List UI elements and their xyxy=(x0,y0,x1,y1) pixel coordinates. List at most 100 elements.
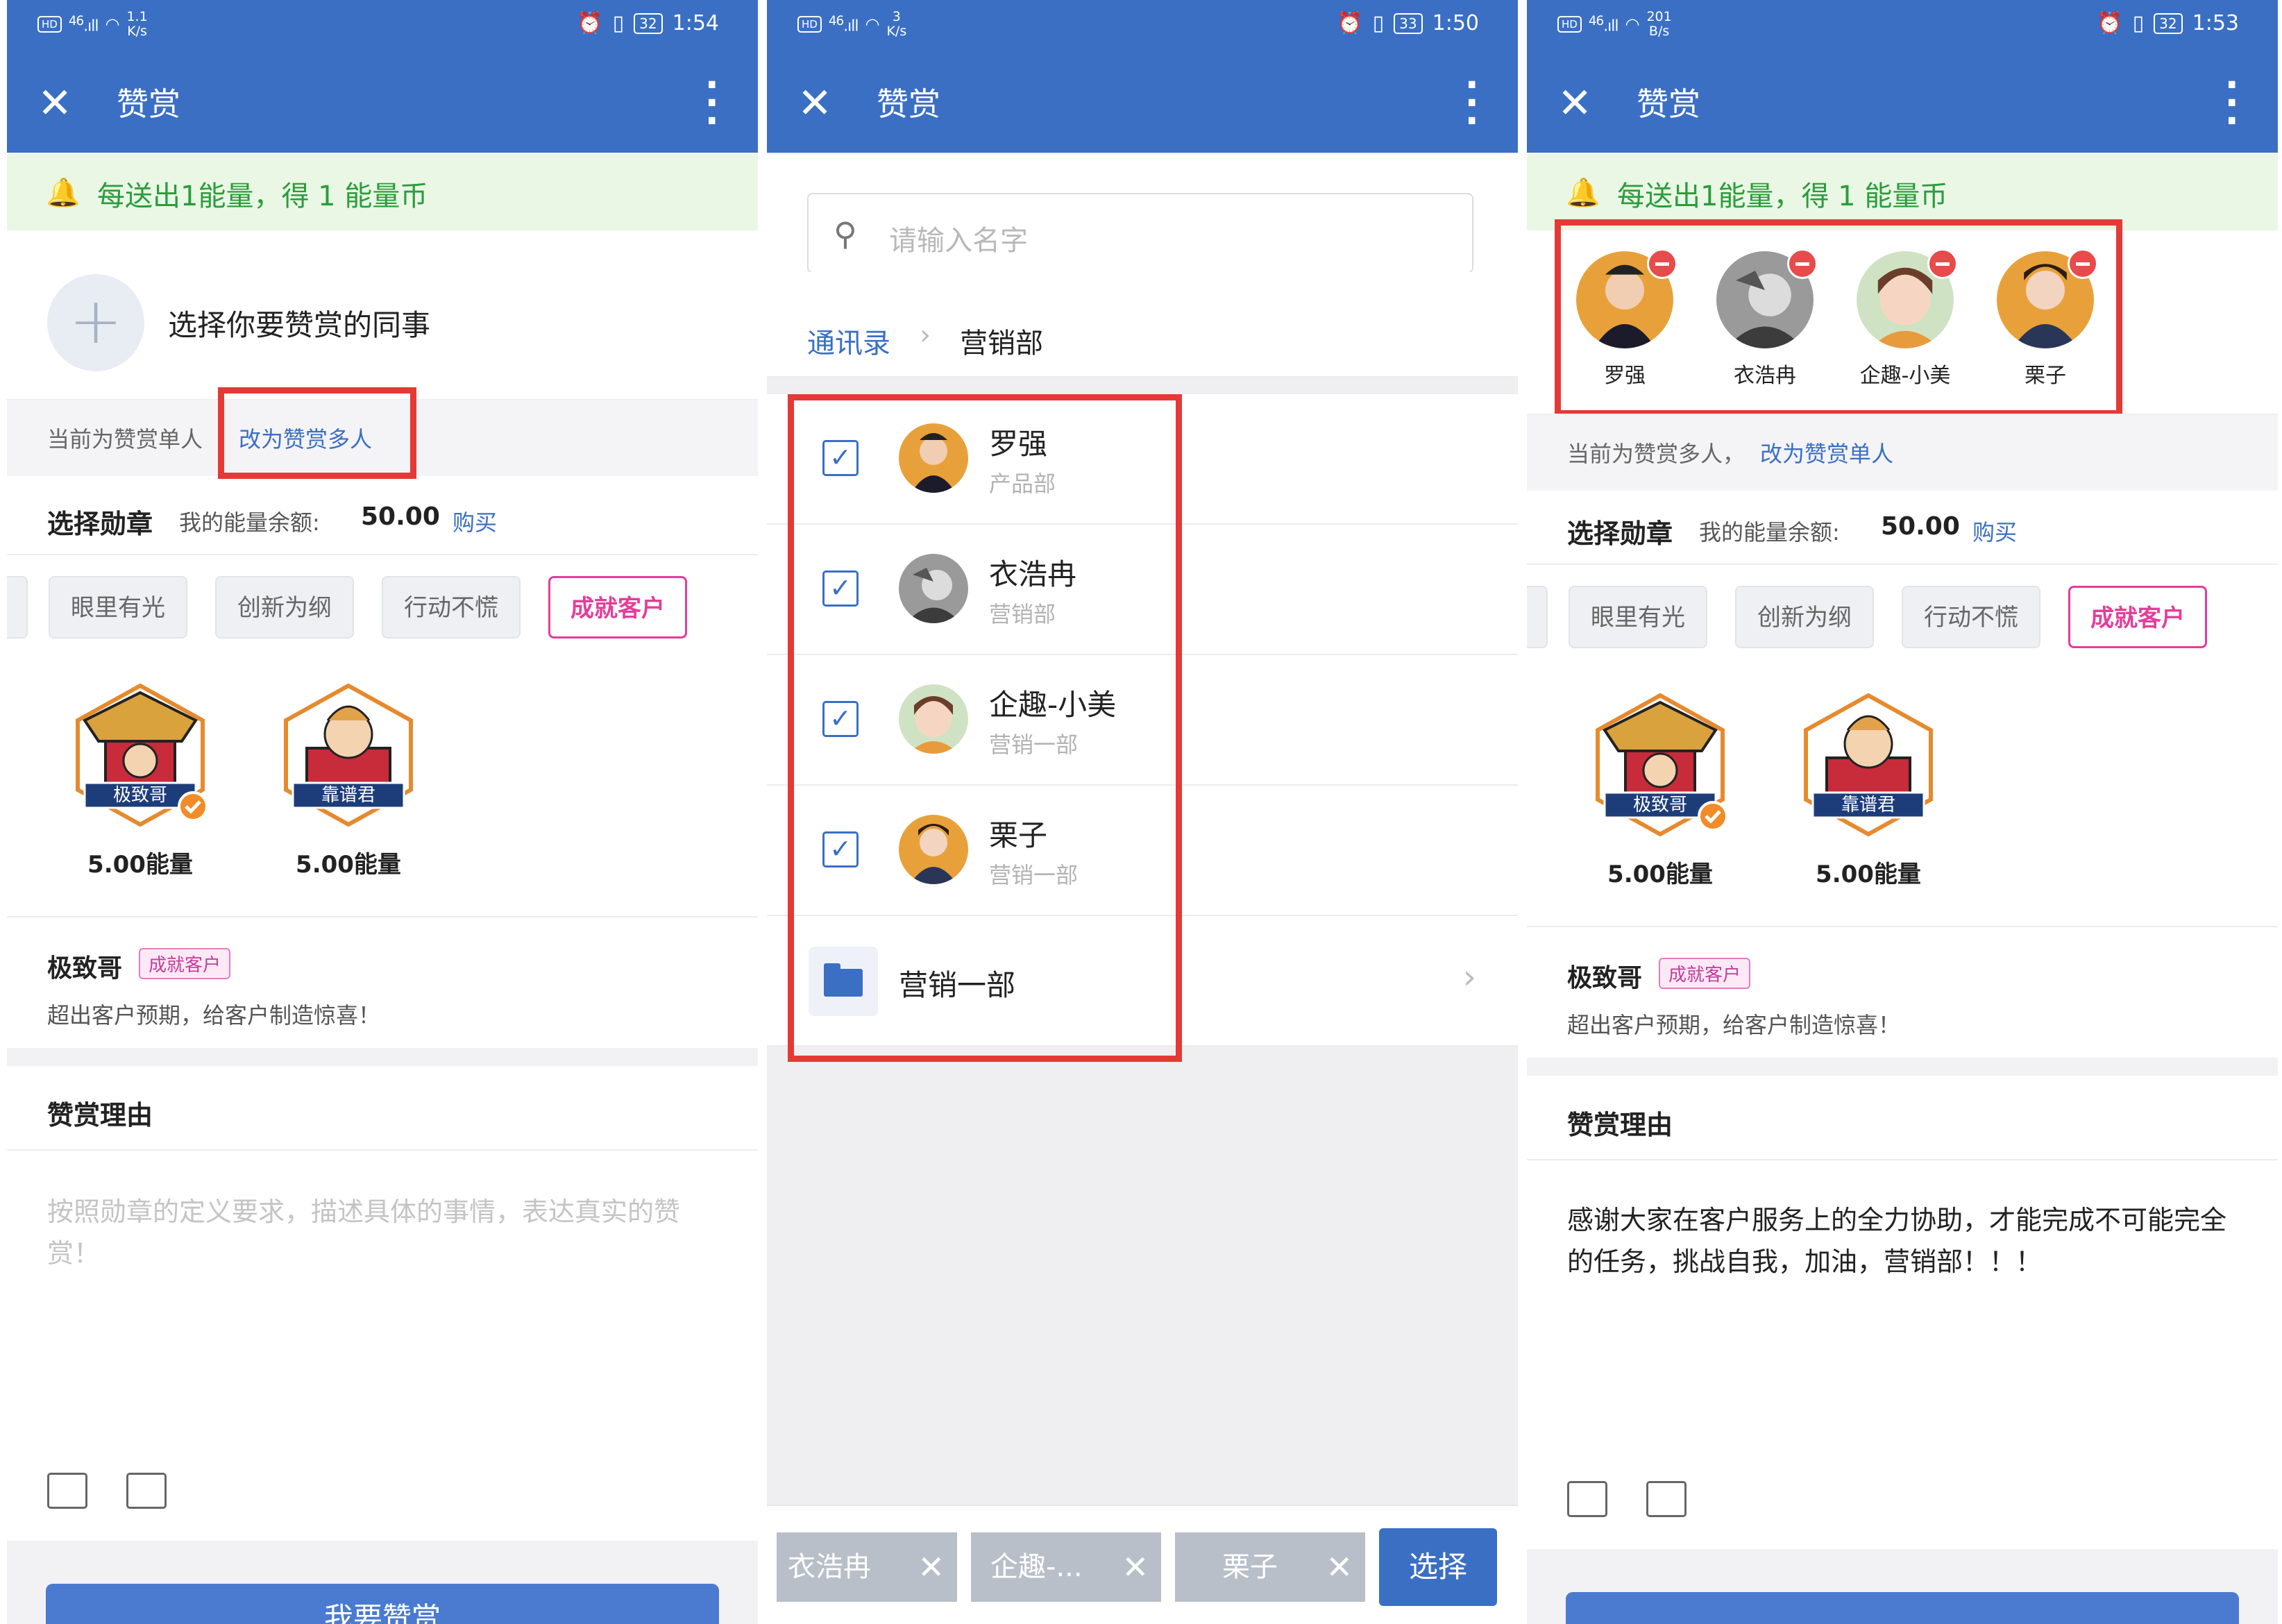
remove-icon[interactable] xyxy=(1647,248,1677,279)
search-placeholder: 请输入名字 xyxy=(889,225,1028,257)
status-bar: HD 46.ıll ◠ 1.1 K/s ⏰ ▯ 32 1:54 xyxy=(7,0,758,56)
badge-kaopujun[interactable]: 靠谱君 5.00能量 xyxy=(258,679,439,887)
medal-name: 极致哥 xyxy=(1567,964,1643,992)
avatar xyxy=(1716,248,1818,348)
medal-tabs: 眼里有光 创新为纲 行动不慌 成就客户 xyxy=(7,557,758,654)
contact-name: 衣浩冉 xyxy=(989,557,1077,591)
contact-name: 栗子 xyxy=(989,818,1048,852)
divider xyxy=(1527,1058,2278,1076)
mode-bar: 当前为赞赏单人 改为赞赏多人 xyxy=(7,399,758,476)
video-icon[interactable] xyxy=(126,1473,167,1509)
selected-chip[interactable]: 衣浩冉 ✕ xyxy=(777,1532,957,1602)
badge-jizhige[interactable]: 极致哥 5.00能量 xyxy=(50,679,230,887)
switch-to-multi-link[interactable]: 改为赞赏多人 xyxy=(239,422,372,454)
checkbox-checked[interactable]: ✓ xyxy=(822,440,859,476)
chip-label: 企趣-... xyxy=(990,1551,1083,1583)
badge-energy: 5.00能量 xyxy=(87,851,193,879)
reason-textarea[interactable]: 感谢大家在客户服务上的全力协助，才能完成不可能完全的任务，挑战自我，加油，营销部… xyxy=(1567,1199,2240,1283)
tab-customer-success[interactable]: 成就客户 xyxy=(548,576,687,638)
colleague-picker[interactable]: + 选择你要赞赏的同事 xyxy=(7,232,758,399)
chip-label: 衣浩冉 xyxy=(788,1551,871,1583)
net-speed: 201 B/s xyxy=(1646,9,1672,39)
select-button[interactable]: 选择 xyxy=(1379,1528,1497,1606)
remove-icon[interactable]: ✕ xyxy=(918,1532,945,1602)
tab-customer-success[interactable]: 成就客户 xyxy=(2068,586,2207,648)
panel-single-mode: HD 46.ıll ◠ 1.1 K/s ⏰ ▯ 32 1:54 ✕ 赞赏 · · · … xyxy=(7,0,758,1624)
remove-icon[interactable] xyxy=(1787,248,1818,279)
checkbox-checked[interactable]: ✓ xyxy=(822,831,859,868)
add-colleague-icon[interactable]: + xyxy=(47,274,144,371)
folder-row[interactable]: 营销一部 › xyxy=(767,916,1518,1047)
selected-chip[interactable]: 栗子 ✕ xyxy=(1175,1532,1365,1602)
signal-icon: 46.ıll xyxy=(68,13,99,35)
title-bar: ✕ 赞赏 · · · xyxy=(7,56,758,153)
notice-text: 每送出1能量，得 1 能量币 xyxy=(1617,180,1948,212)
signal-icon: 46.ıll xyxy=(828,13,859,35)
switch-to-single-link[interactable]: 改为赞赏单人 xyxy=(1760,437,1893,468)
submit-button[interactable] xyxy=(1566,1592,2239,1624)
buy-link[interactable]: 购买 xyxy=(453,505,497,537)
chevron-right-icon: › xyxy=(920,319,931,351)
badge-kaopujun[interactable]: 靠谱君 5.00能量 xyxy=(1778,688,1959,897)
contact-row[interactable]: ✓ 企趣-小美 营销一部 xyxy=(767,655,1518,786)
badge-energy: 5.00能量 xyxy=(296,851,401,879)
image-icon[interactable] xyxy=(1567,1481,1607,1517)
vibrate-icon: ▯ xyxy=(1372,11,1385,35)
medal-desc-text: 超出客户预期，给客户制造惊喜！ xyxy=(1567,1012,1901,1038)
checkbox-checked[interactable]: ✓ xyxy=(822,570,859,607)
tab-innovation[interactable]: 创新为纲 xyxy=(215,576,354,638)
folder-name: 营销一部 xyxy=(899,968,1016,1002)
remove-icon[interactable]: ✕ xyxy=(1326,1532,1353,1602)
selected-colleague[interactable]: 衣浩冉 xyxy=(1706,248,1824,389)
search-input[interactable]: ⚲ 请输入名字 xyxy=(807,193,1473,273)
medal-heading: 选择勋章 xyxy=(47,509,153,539)
mode-bar: 当前为赞赏多人， 改为赞赏单人 xyxy=(1527,414,2278,491)
badge-jizhige[interactable]: 极致哥 5.00能量 xyxy=(1570,688,1750,897)
more-vertical-icon[interactable]: · · · xyxy=(2224,67,2239,140)
remove-icon[interactable] xyxy=(2068,248,2098,279)
remove-icon[interactable] xyxy=(1927,248,1958,279)
contact-row[interactable]: ✓ 栗子 营销一部 xyxy=(767,786,1518,916)
close-icon[interactable]: ✕ xyxy=(37,81,72,126)
close-icon[interactable]: ✕ xyxy=(797,81,832,126)
badge-kaopujun-icon: 靠谱君 xyxy=(284,683,413,827)
avatar xyxy=(899,684,968,754)
close-icon[interactable]: ✕ xyxy=(1557,81,1592,126)
breadcrumb-current: 营销部 xyxy=(960,328,1043,360)
contact-row[interactable]: ✓ 罗强 产品部 xyxy=(767,394,1518,525)
medal-description: 极致哥 成就客户 超出客户预期，给客户制造惊喜！ xyxy=(7,916,758,1049)
more-vertical-icon[interactable]: · · · xyxy=(704,67,719,140)
tab-eye-light[interactable]: 眼里有光 xyxy=(49,576,187,638)
tab-innovation[interactable]: 创新为纲 xyxy=(1735,586,1874,648)
balance-value: 50.00 xyxy=(361,502,440,531)
notice-text: 每送出1能量，得 1 能量币 xyxy=(97,180,428,212)
selected-colleague[interactable]: 企趣-小美 xyxy=(1846,248,1964,389)
badge-jizhige-icon: 极致哥 xyxy=(76,683,208,827)
image-icon[interactable] xyxy=(47,1473,87,1509)
checkbox-checked[interactable]: ✓ xyxy=(822,701,859,737)
remove-icon[interactable]: ✕ xyxy=(1122,1532,1149,1602)
medal-description: 极致哥 成就客户 超出客户预期，给客户制造惊喜！ xyxy=(1527,926,2278,1059)
selected-colleague[interactable]: 栗子 xyxy=(1986,248,2104,389)
tab-action[interactable]: 行动不慌 xyxy=(382,576,521,638)
submit-button[interactable]: 我要赞赏 xyxy=(46,1584,719,1624)
medal-name: 极致哥 xyxy=(47,954,123,983)
reason-textarea[interactable]: 按照勋章的定义要求，描述具体的事情，表达真实的赞赏！ xyxy=(47,1191,720,1274)
badge-list: 极致哥 5.00能量 靠谱君 5.00能量 xyxy=(7,679,758,887)
contact-row[interactable]: ✓ 衣浩冉 营销部 xyxy=(767,525,1518,655)
selected-colleague[interactable]: 罗强 xyxy=(1566,248,1684,389)
tab-eye-light[interactable]: 眼里有光 xyxy=(1569,586,1707,648)
selected-name: 罗强 xyxy=(1604,364,1646,388)
contact-dept: 营销部 xyxy=(989,601,1056,627)
breadcrumb-root[interactable]: 通讯录 xyxy=(807,321,890,361)
buy-link[interactable]: 购买 xyxy=(1972,515,2017,547)
more-vertical-icon[interactable]: · · · xyxy=(1464,67,1479,140)
selected-chip[interactable]: 企趣-... ✕ xyxy=(971,1532,1161,1602)
video-icon[interactable] xyxy=(1646,1481,1687,1517)
selected-colleagues: 罗强 衣浩冉 企趣-小美 栗子 xyxy=(1527,232,2278,418)
medal-desc-text: 超出客户预期，给客户制造惊喜！ xyxy=(47,1002,381,1029)
balance-label: 我的能量余额: xyxy=(179,509,320,536)
contact-name: 企趣-小美 xyxy=(989,688,1117,722)
tab-action[interactable]: 行动不慌 xyxy=(1902,586,2040,648)
avatar xyxy=(1857,248,1958,348)
